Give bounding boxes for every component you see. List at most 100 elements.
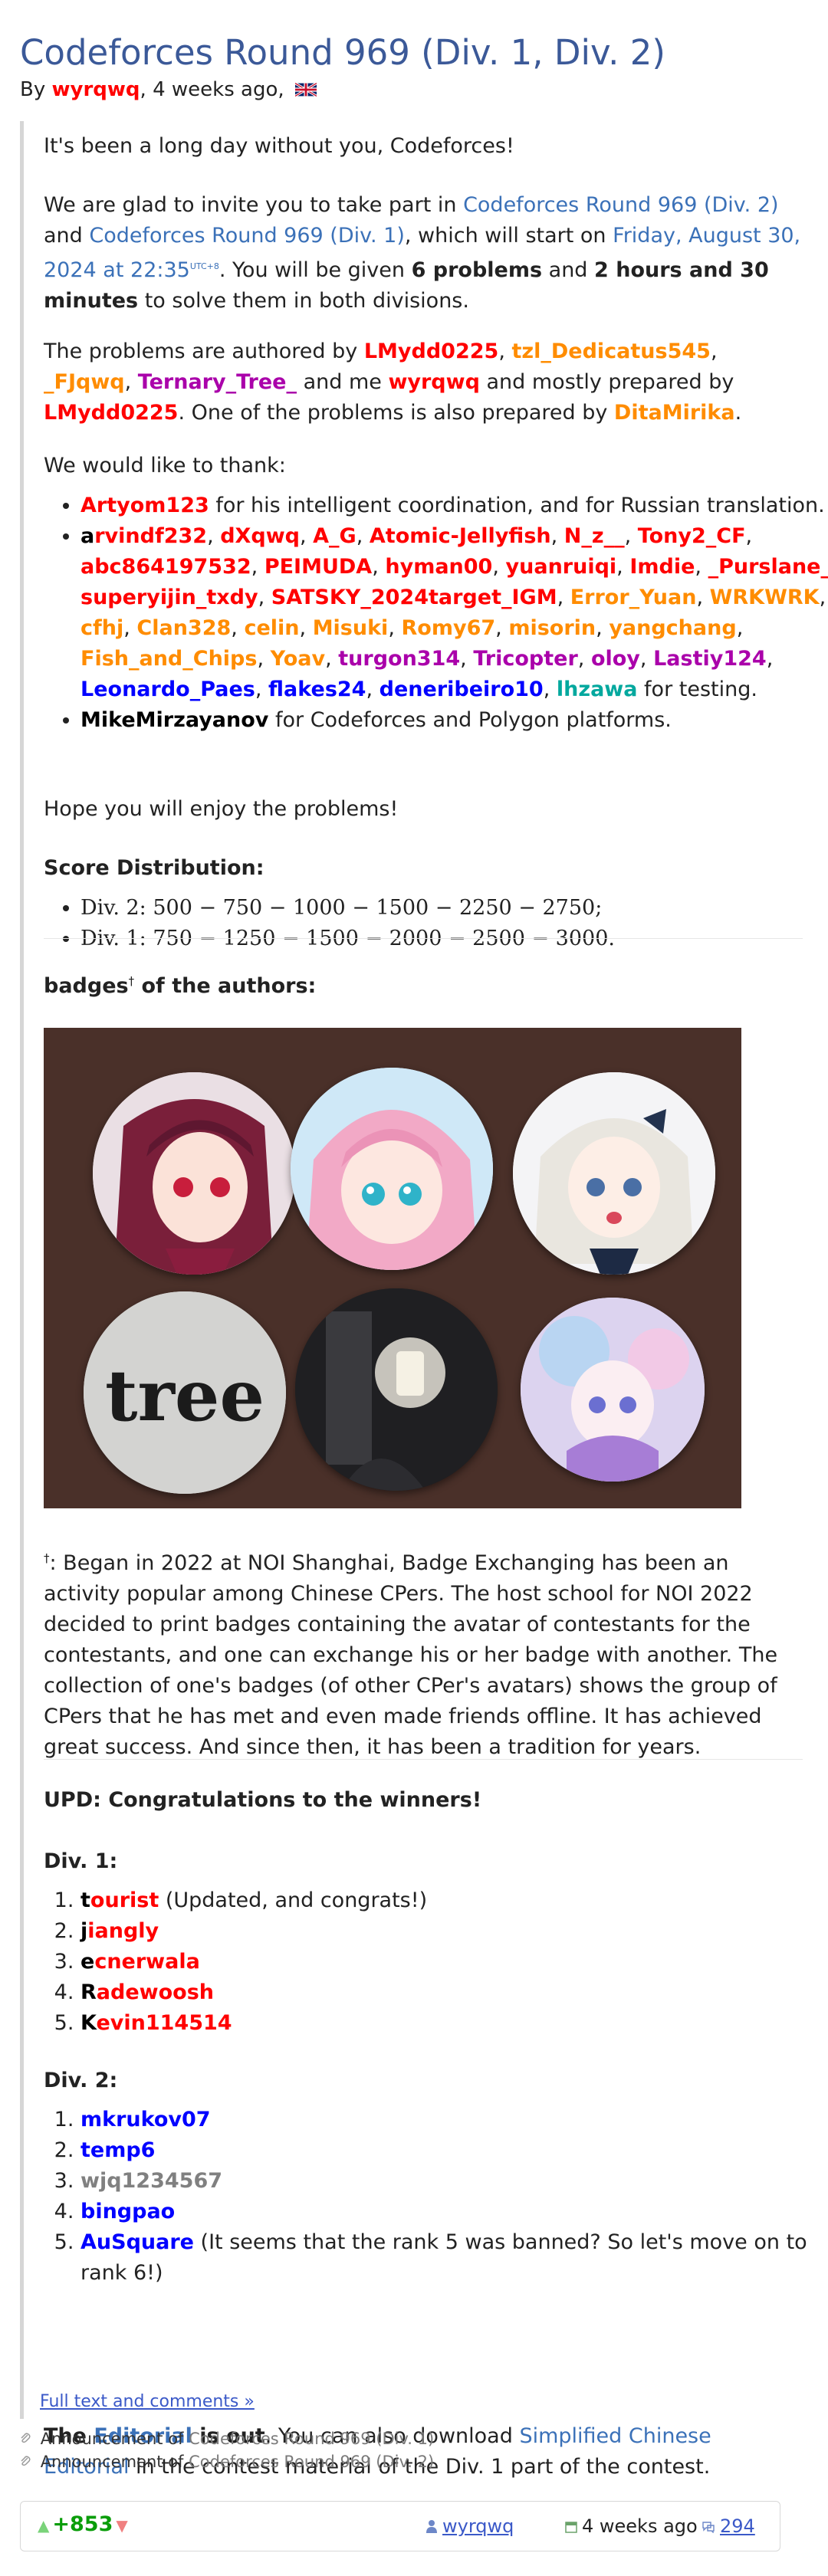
author-handle[interactable]: LMydd0225 [364, 340, 498, 363]
winner-item: ecnerwala [80, 1947, 828, 1977]
white-haired-anime-girl-badge [513, 1072, 715, 1275]
pink-haired-anime-girl-badge [291, 1068, 493, 1270]
div2-heading: Div. 2: [44, 2069, 118, 2092]
footnote: †: Began in 2022 at NOI Shanghai, Badge … [44, 1551, 778, 1759]
user-handle[interactable]: hyman00 [385, 555, 492, 579]
thanks-platform: MikeMirzayanov for Codeforces and Polygo… [80, 705, 828, 736]
user-handle[interactable]: jiangly [80, 1919, 159, 1943]
thanks-testers: arvindf232, dXqwq, A_G, Atomic-Jellyfish… [80, 521, 828, 705]
comments-icon [702, 2516, 715, 2538]
blog-content: It's been a long day without you, Codefo… [20, 121, 828, 2479]
winner-item: Kevin114514 [80, 2008, 828, 2039]
invite-paragraph: We are glad to invite you to take part i… [44, 193, 801, 313]
user-handle[interactable]: celin [244, 616, 299, 640]
user-handle[interactable]: mkrukov07 [80, 2108, 211, 2131]
author-link[interactable]: wyrqwq [52, 78, 140, 101]
user-handle[interactable]: Error_Yuan [570, 586, 697, 609]
winner-item: Radewoosh [80, 1977, 828, 2008]
user-handle[interactable]: superyijin_txdy [80, 586, 258, 609]
div1-winners-list: tourist (Updated, and congrats!) jiangly e… [44, 1885, 828, 2039]
badges-heading: badges† of the authors: [44, 974, 317, 998]
user-handle[interactable]: deneribeiro10 [380, 678, 544, 701]
user-handle[interactable]: lhzawa [557, 678, 638, 701]
announcement-link[interactable]: Codeforces Round 969 (Div. 2) [189, 2453, 434, 2471]
blog-title[interactable]: Codeforces Round 969 (Div. 1, Div. 2) [20, 32, 665, 73]
user-handle[interactable]: Romy67 [402, 616, 496, 640]
user-handle[interactable]: Leonardo_Paes [80, 678, 255, 701]
user-handle[interactable]: Yoav [271, 647, 325, 671]
user-handle[interactable]: Artyom123 [80, 494, 209, 517]
user-handle[interactable]: _Purslane_ [708, 555, 828, 579]
user-handle[interactable]: MikeMirzayanov [80, 708, 268, 732]
divider [44, 938, 803, 939]
winner-item: temp6 [80, 2135, 828, 2166]
author-handle[interactable]: LMydd0225 [44, 401, 178, 425]
user-handle[interactable]: PEIMUDA [264, 555, 372, 579]
footer-author-link[interactable]: wyrqwq [442, 2515, 514, 2537]
paperclip-icon [20, 2453, 36, 2471]
blog-footer: ▲ +853 ▼ wyrqwq 4 weeks ago 294 [20, 2501, 780, 2551]
user-handle[interactable]: Clan328 [136, 616, 231, 640]
user-handle[interactable]: tourist [80, 1889, 159, 1912]
announcement-div2: Announcement of Codeforces Round 969 (Di… [20, 2453, 434, 2471]
user-handle[interactable]: wjq1234567 [80, 2169, 222, 2193]
user-handle[interactable]: Imdie [629, 555, 695, 579]
footer-time: 4 weeks ago [565, 2515, 698, 2538]
user-handle[interactable]: Tony2_CF [638, 524, 746, 548]
thanks-list: Artyom123 for his intelligent coordinati… [44, 491, 828, 736]
user-handle[interactable]: Tricopter [473, 647, 577, 671]
user-handle[interactable]: Radewoosh [80, 1980, 214, 2004]
user-handle[interactable]: misorin [508, 616, 596, 640]
user-handle[interactable]: ecnerwala [80, 1950, 200, 1974]
user-handle[interactable]: Fish_and_Chips [80, 647, 257, 671]
upd-heading: UPD: Congratulations to the winners! [44, 1788, 482, 1812]
div1-contest-link[interactable]: Codeforces Round 969 (Div. 1) [89, 224, 404, 248]
user-handle[interactable]: N_z__ [564, 524, 625, 548]
paperclip-icon [20, 2430, 36, 2448]
author-handle[interactable]: wyrqwq [388, 370, 479, 394]
calendar-icon [565, 2516, 577, 2538]
vote-up-icon[interactable]: ▲ [38, 2516, 49, 2535]
user-handle[interactable]: oloy [591, 647, 640, 671]
author-handle[interactable]: DitaMirika [614, 401, 735, 425]
user-handle[interactable]: turgon314 [338, 647, 460, 671]
authors-paragraph: The problems are authored by LMydd0225, … [44, 340, 742, 425]
winner-item: AuSquare (It seems that the rank 5 was b… [80, 2227, 828, 2289]
user-handle[interactable]: temp6 [80, 2138, 155, 2162]
score-div1: Div. 1: 750 − 1250 − 1500 − 2000 − 2500 … [80, 924, 828, 954]
div2-contest-link[interactable]: Codeforces Round 969 (Div. 2) [463, 193, 778, 217]
user-handle[interactable]: AuSquare [80, 2230, 194, 2254]
red-haired-anime-girl-badge [93, 1072, 295, 1275]
thanks-heading: We would like to thank: [44, 454, 286, 477]
user-handle[interactable]: abc864197532 [80, 555, 251, 579]
byline-time: , 4 weeks ago, [140, 78, 284, 101]
tree-badge-text: tree [105, 1354, 264, 1437]
footer-comments: 294 [702, 2515, 755, 2538]
pastel-anime-character-badge [521, 1298, 705, 1482]
divider [44, 1759, 803, 1760]
byline-by: By [20, 78, 46, 101]
author-handle[interactable]: Ternary_Tree_ [138, 370, 297, 394]
user-handle[interactable]: arvindf232 [80, 524, 207, 548]
announcement-link[interactable]: Codeforces Round 969 (Div. 1) [189, 2430, 434, 2448]
user-handle[interactable]: Atomic-Jellyfish [370, 524, 551, 548]
user-handle[interactable]: flakes24 [268, 678, 366, 701]
user-handle[interactable]: Kevin114514 [80, 2011, 232, 2035]
div1-heading: Div. 1: [44, 1849, 118, 1873]
user-handle[interactable]: SATSKY_2024target_IGM [271, 586, 557, 609]
user-handle[interactable]: yuanruiqi [506, 555, 617, 579]
user-handle[interactable]: A_G [313, 524, 356, 548]
user-handle[interactable]: yangchang [609, 616, 736, 640]
comments-link[interactable]: 294 [720, 2515, 755, 2537]
user-handle[interactable]: cfhj [80, 616, 123, 640]
author-handle[interactable]: _FJqwq [44, 370, 125, 394]
user-handle[interactable]: Lastiy124 [653, 647, 767, 671]
vote-down-icon[interactable]: ▼ [116, 2516, 127, 2535]
full-text-link[interactable]: Full text and comments » [40, 2392, 255, 2411]
winner-item: mkrukov07 [80, 2105, 828, 2135]
user-handle[interactable]: WRKWRK [710, 586, 820, 609]
author-handle[interactable]: tzl_Dedicatus545 [511, 340, 710, 363]
user-handle[interactable]: dXqwq [220, 524, 300, 548]
user-handle[interactable]: Misuki [313, 616, 389, 640]
user-handle[interactable]: bingpao [80, 2200, 175, 2223]
